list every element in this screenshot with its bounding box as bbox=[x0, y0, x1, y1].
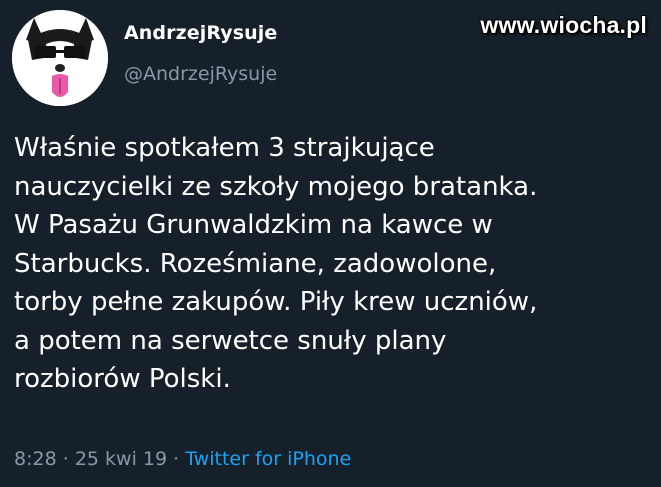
meta-separator: · bbox=[173, 448, 180, 470]
tweet-meta: 8:28 · 25 kwi 19 · Twitter for iPhone bbox=[14, 448, 351, 470]
husky-dog-avatar-icon[interactable] bbox=[12, 10, 108, 106]
tweet-source-link[interactable]: Twitter for iPhone bbox=[185, 448, 351, 470]
tweet-date[interactable]: 25 kwi 19 bbox=[75, 448, 167, 470]
watermark: www.wiocha.pl bbox=[480, 12, 647, 38]
tweet-text-line: rozbiorów Polski. bbox=[14, 364, 231, 394]
tweet-text-line: W Pasażu Grunwaldzkim na kawce w bbox=[14, 210, 493, 240]
tweet-text-line: Starbucks. Roześmiane, zadowolone, bbox=[14, 248, 497, 279]
meta-separator: · bbox=[62, 448, 69, 470]
tweet-text-line: nauczycielki ze szkoły mojego bratanka. bbox=[14, 171, 538, 202]
tweet-text: Właśnie spotkałem 3 strajkujące nauczyci… bbox=[14, 129, 654, 399]
display-name[interactable]: AndrzejRysuje bbox=[124, 22, 277, 44]
tweet-time[interactable]: 8:28 bbox=[14, 448, 57, 470]
tweet-card: AndrzejRysuje @AndrzejRysuje www.wiocha.… bbox=[0, 0, 661, 487]
user-handle[interactable]: @AndrzejRysuje bbox=[124, 63, 277, 85]
tweet-text-line: a potem na serwetce snuły plany bbox=[14, 325, 447, 356]
tweet-text-line: torby pełne zakupów. Piły krew uczniów, bbox=[14, 287, 538, 317]
tweet-text-line: Właśnie spotkałem 3 strajkujące bbox=[14, 133, 435, 163]
